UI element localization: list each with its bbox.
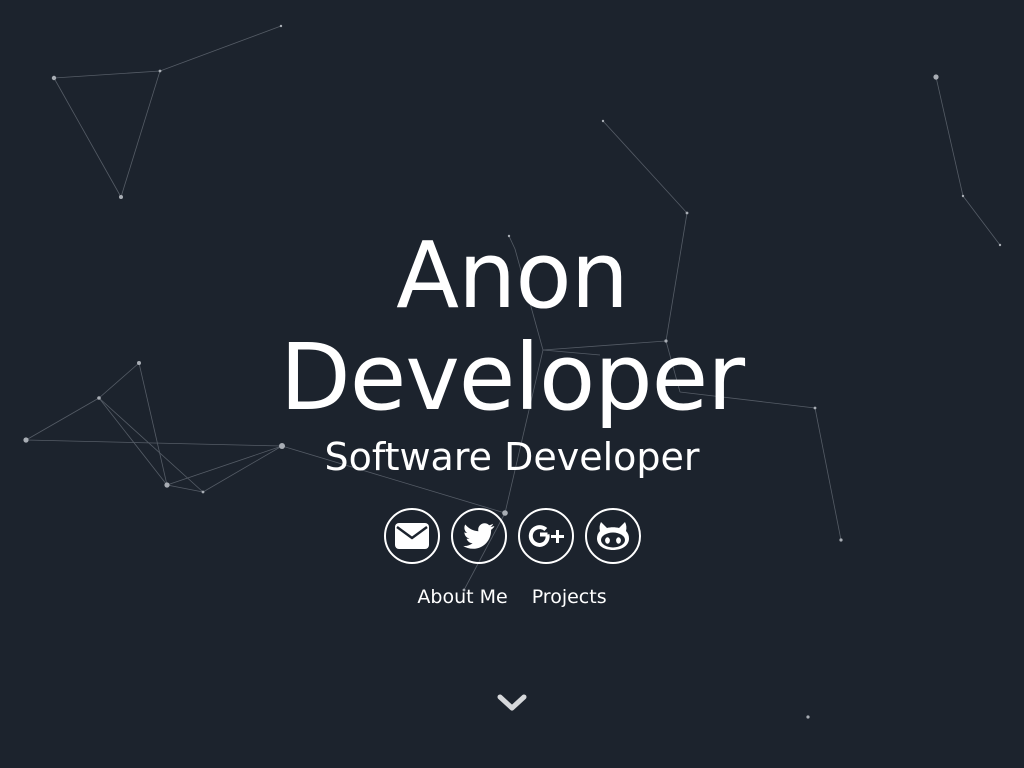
social-links — [0, 508, 1024, 564]
google-plus-link[interactable] — [517, 508, 574, 564]
google-plus-icon — [528, 525, 564, 547]
hero-section: Anon Developer Software Developer About … — [0, 0, 1024, 768]
name-first: Anon — [396, 222, 629, 329]
job-title: Software Developer — [324, 435, 700, 479]
twitter-icon — [462, 523, 494, 549]
github-icon — [596, 522, 629, 550]
chevron-down-icon[interactable] — [496, 690, 528, 714]
envelope-icon — [394, 523, 429, 549]
email-link[interactable] — [383, 508, 440, 564]
github-link[interactable] — [584, 508, 641, 564]
twitter-link[interactable] — [450, 508, 507, 564]
name-last: Developer — [279, 324, 745, 431]
section-nav: About Me Projects — [0, 584, 1024, 610]
projects-link[interactable]: Projects — [532, 584, 607, 610]
about-me-link[interactable]: About Me — [417, 584, 507, 610]
